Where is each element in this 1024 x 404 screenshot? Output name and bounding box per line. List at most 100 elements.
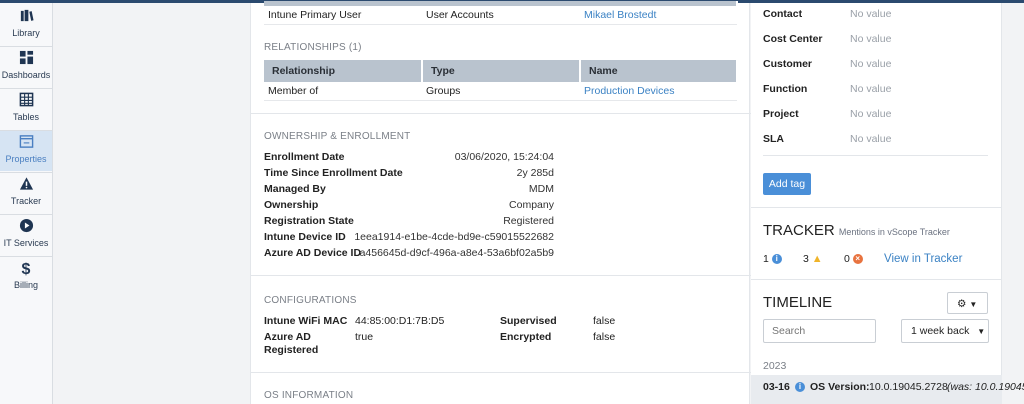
warning-triangle-icon: ▲: [811, 253, 823, 265]
dashboards-icon: [0, 50, 52, 70]
field-key: SLA: [763, 133, 784, 145]
error-count: 0: [844, 253, 850, 265]
wifi-mac-key: Intune WiFi MAC: [264, 315, 348, 327]
error-icon: ×: [852, 254, 863, 265]
field-key: Cost Center: [763, 33, 823, 45]
field-key: Project: [763, 108, 799, 120]
os-information-title: OS INFORMATION: [264, 390, 354, 401]
field-value: 2y 285d: [516, 167, 554, 179]
field-azure-ad-device-id: Azure AD Device ID a456645d-d9cf-496a-a8…: [264, 247, 554, 263]
table-cell-link[interactable]: Mikael Brostedt: [580, 6, 737, 25]
field-enrollment-date: Enrollment Date 03/06/2020, 15:24:04: [264, 151, 554, 167]
tracker-title: TRACKER Mentions in vScope Tracker: [763, 222, 950, 239]
field-ownership: Ownership Company: [264, 199, 554, 215]
view-in-tracker-link[interactable]: View in Tracker: [884, 253, 962, 265]
info-icon: i: [771, 254, 782, 265]
relationships-table: Relationship Type Name Member of Groups …: [264, 60, 738, 101]
field-value: No value: [850, 83, 892, 95]
tracker-warning-count[interactable]: 3 ▲: [803, 253, 823, 265]
timeline-year: 2023: [763, 360, 787, 372]
info-icon: i: [795, 382, 805, 392]
sidebar-item-dashboards[interactable]: Dashboards: [0, 47, 52, 87]
timeline-range-select[interactable]: 1 week back ▼: [901, 319, 989, 343]
field-value: 03/06/2020, 15:24:04: [454, 151, 554, 163]
properties-icon: [0, 134, 52, 154]
sidebar-item-tables[interactable]: Tables: [0, 89, 52, 129]
sidebar-item-label: Billing: [13, 280, 38, 290]
field-value: No value: [850, 108, 892, 120]
sidebar-item-it-services[interactable]: IT Services: [0, 215, 52, 255]
field-managed-by: Managed By MDM: [264, 183, 554, 199]
sidebar-item-properties[interactable]: Properties: [0, 131, 52, 171]
section-divider: [251, 113, 751, 114]
encrypted-value: false: [593, 331, 616, 343]
sidebar-item-label: Tracker: [10, 196, 42, 206]
supervised-key: Supervised: [500, 315, 557, 327]
dollar-icon: $: [21, 261, 31, 278]
sidebar-item-label: Tables: [12, 112, 39, 122]
table-cell: Intune Primary User: [264, 6, 422, 25]
table-cell: Member of: [264, 82, 422, 101]
field-value: Company: [509, 199, 554, 211]
field-key: Registration State: [264, 215, 354, 227]
section-divider: [251, 275, 751, 276]
column-header[interactable]: Name: [580, 60, 738, 82]
attributes-table: Intune Primary User User Accounts Mikael…: [264, 1, 738, 25]
timeline-search-input[interactable]: [763, 319, 876, 343]
info-count: 1: [763, 253, 769, 265]
play-icon: [0, 218, 52, 238]
encrypted-key: Encrypted: [500, 331, 552, 343]
field-registration-state: Registration State Registered: [264, 215, 554, 231]
sidebar-item-label: Properties: [5, 154, 47, 164]
primary-user-link[interactable]: Mikael Brostedt: [584, 9, 656, 21]
sidebar-item-billing[interactable]: $ Billing: [0, 257, 52, 297]
table-cell-link[interactable]: Production Devices: [580, 82, 737, 101]
table-cell: Groups: [422, 82, 580, 101]
tracker-subtitle: Mentions in vScope Tracker: [838, 227, 950, 237]
field-value: No value: [850, 33, 892, 45]
sidebar: Library Dashboards Tables Properties Tra…: [0, 3, 53, 404]
tracker-info-count[interactable]: 1 i: [763, 253, 782, 265]
timeline-settings-button[interactable]: ⚙ ▼: [947, 292, 988, 314]
field-key: Time Since Enrollment Date: [264, 167, 403, 179]
field-value: No value: [850, 58, 892, 70]
configurations-title: CONFIGURATIONS: [264, 295, 357, 306]
tables-icon: [0, 92, 52, 112]
chevron-down-icon: ▼: [969, 300, 978, 309]
entry-date: 03-16: [763, 381, 790, 393]
entry-value: 10.0.19045.2728: [869, 381, 948, 393]
field-value: Registered: [503, 215, 554, 227]
timeline-title: TIMELINE: [763, 294, 833, 311]
table-header-row: Relationship Type Name: [264, 60, 738, 82]
group-link[interactable]: Production Devices: [584, 85, 674, 97]
add-tag-button[interactable]: Add tag: [763, 173, 811, 195]
relationships-title: RELATIONSHIPS (1): [264, 42, 362, 53]
section-divider: [251, 372, 751, 373]
column-header[interactable]: Type: [422, 60, 581, 82]
fields-divider: [763, 155, 988, 156]
entry-label: OS Version:: [810, 381, 870, 393]
warning-icon: [0, 176, 52, 196]
tracker-title-text: TRACKER: [763, 222, 835, 239]
column-header[interactable]: Relationship: [264, 60, 423, 82]
field-value: No value: [850, 133, 892, 145]
tracker-error-count[interactable]: 0 ×: [844, 253, 863, 265]
azure-registered-value: true: [355, 331, 374, 343]
sidebar-item-label: Dashboards: [1, 70, 51, 80]
sidebar-item-library[interactable]: Library: [0, 5, 52, 45]
field-key: Customer: [763, 58, 813, 70]
sidebar-item-label: Library: [12, 28, 40, 38]
section-divider: [751, 207, 1002, 208]
field-key: Intune Device ID: [264, 231, 346, 243]
sidebar-item-label: IT Services: [3, 238, 49, 248]
field-intune-device-id: Intune Device ID 1eea1914-e1be-4cde-bd9e…: [264, 231, 554, 247]
warning-count: 3: [803, 253, 809, 265]
timeline-entry[interactable]: 03-16 i OS Version: 10.0.19045.2728 (was…: [751, 375, 1024, 404]
table-cell: User Accounts: [422, 6, 580, 25]
field-key: Ownership: [264, 199, 319, 211]
sidebar-item-tracker[interactable]: Tracker: [0, 173, 52, 213]
entry-was: (was: 10.0.19045.2604): [947, 381, 1024, 393]
field-key: Managed By: [264, 183, 326, 195]
library-icon: [0, 8, 52, 28]
supervised-value: false: [593, 315, 616, 327]
